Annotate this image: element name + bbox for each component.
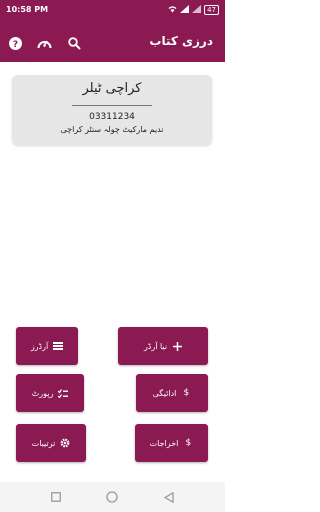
plus-icon: [172, 341, 182, 351]
svg-text:?: ?: [12, 40, 17, 50]
signal-icon: [180, 5, 190, 15]
app-bar: ? درزی کتاب: [0, 24, 225, 62]
shop-info-card: کراچی ٹیلر 03311234 ندیم مارکیٹ چولہ سنٹ…: [12, 75, 212, 145]
signal-icon-2: [192, 5, 202, 15]
new-order-button[interactable]: نیا آرڈر: [118, 327, 208, 365]
expenses-button[interactable]: $ اخراجات: [135, 424, 208, 462]
expenses-label: اخراجات: [149, 438, 179, 448]
checklist-icon: [58, 388, 69, 398]
back-icon[interactable]: [162, 490, 176, 504]
status-bar: 10:58 PM 47: [0, 0, 225, 24]
shop-phone: 03311234: [89, 112, 135, 122]
wifi-icon: [168, 5, 177, 15]
settings-label: ترتیبات: [31, 438, 56, 448]
shop-name-divider: [72, 105, 152, 106]
settings-button[interactable]: ترتیبات: [16, 424, 86, 462]
search-icon[interactable]: [66, 35, 82, 51]
payment-label: ادائیگی: [152, 388, 177, 398]
home-icon[interactable]: [105, 490, 119, 504]
shop-name: کراچی ٹیلر: [82, 81, 142, 96]
app-title: درزی کتاب: [149, 34, 213, 48]
speed-icon[interactable]: [36, 35, 52, 51]
shop-address: ندیم مارکیٹ چولہ سنٹر کراچی: [60, 125, 164, 134]
gear-icon: [60, 438, 70, 448]
payment-button[interactable]: $ ادائیگی: [136, 374, 208, 412]
dollar-icon-2: $: [185, 438, 192, 448]
new-order-label: نیا آرڈر: [143, 341, 168, 351]
report-button[interactable]: رپورٹ: [16, 374, 84, 412]
orders-label: آرڈرز: [30, 341, 49, 351]
report-label: رپورٹ: [31, 388, 54, 398]
status-time: 10:58 PM: [6, 5, 49, 14]
orders-button[interactable]: آرڈرز: [16, 327, 78, 365]
help-icon[interactable]: ?: [7, 35, 23, 51]
recents-icon[interactable]: [49, 490, 63, 504]
status-icons: 47: [168, 5, 219, 15]
dollar-icon: $: [183, 388, 190, 398]
system-nav-bar: [0, 482, 225, 512]
list-icon: [53, 341, 64, 351]
battery-icon: 47: [204, 5, 219, 15]
